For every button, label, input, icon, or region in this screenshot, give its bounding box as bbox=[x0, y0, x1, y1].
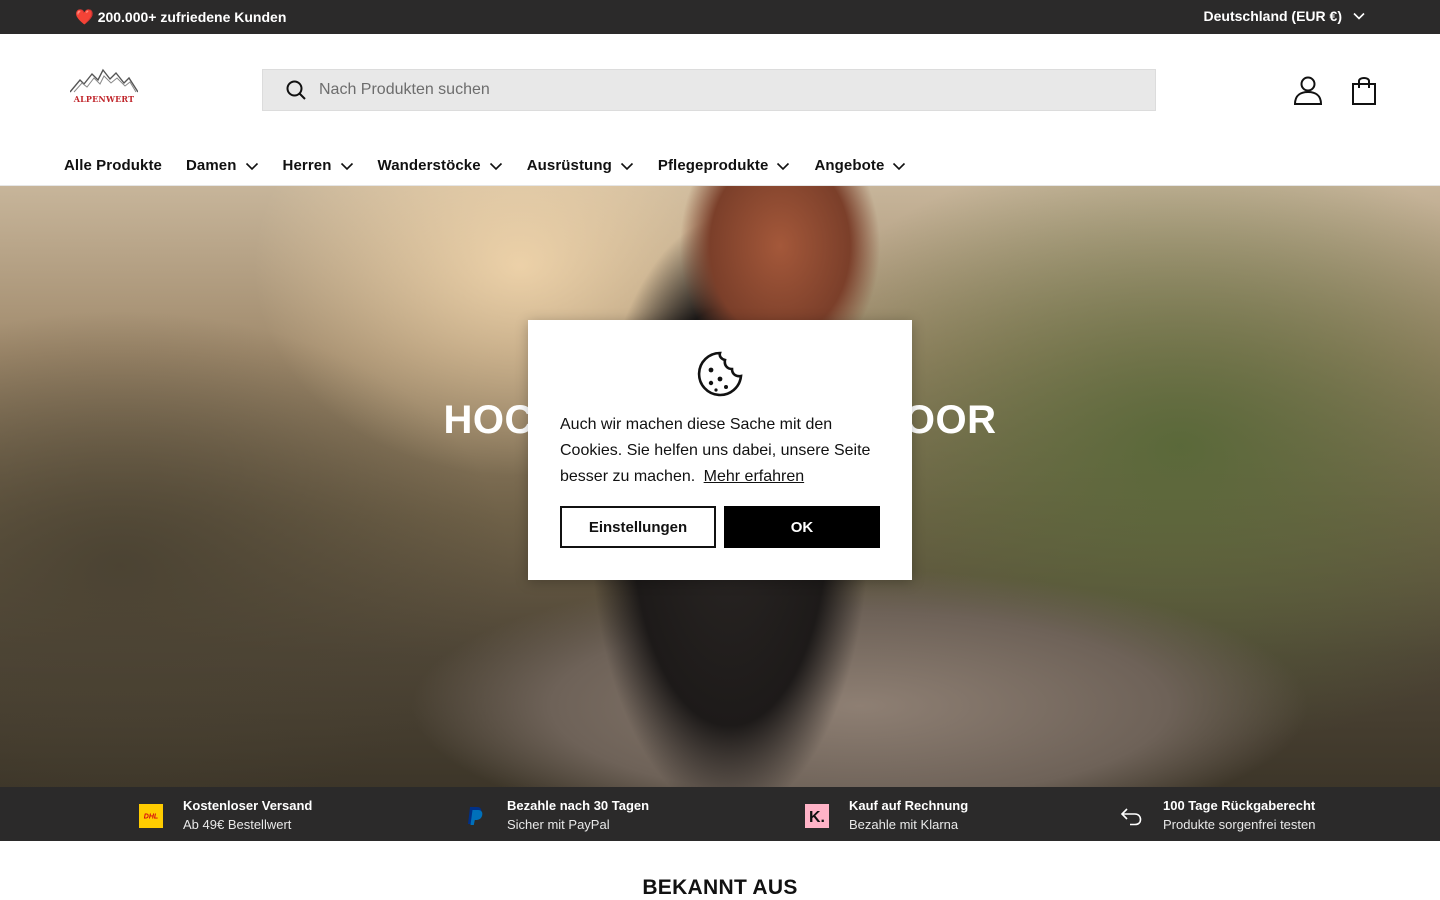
nav-label: Angebote bbox=[814, 157, 885, 174]
nav-label: Alle Produkte bbox=[64, 157, 162, 174]
chevron-down-icon bbox=[340, 162, 353, 170]
known-from-heading: BEKANNT AUS bbox=[642, 876, 798, 899]
trust-item-paypal: Bezahle nach 30 Tagen Sicher mit PayPal bbox=[463, 797, 649, 834]
trust-item-shipping: DHL Kostenloser Versand Ab 49€ Bestellwe… bbox=[139, 797, 312, 834]
trust-text: Kostenloser Versand Ab 49€ Bestellwert bbox=[183, 797, 312, 834]
announcement-text: 200.000+ zufriedene Kunden bbox=[97, 9, 287, 25]
hero-title-right: OOR bbox=[903, 398, 997, 442]
hero-title-left: HOC bbox=[443, 398, 534, 442]
trust-title: Kauf auf Rechnung bbox=[849, 798, 969, 813]
logo-text: ALPENWERT bbox=[73, 94, 135, 104]
search-icon[interactable] bbox=[285, 79, 307, 101]
nav-label: Herren bbox=[282, 157, 332, 174]
nav-item-pflegeprodukte[interactable]: Pflegeprodukte bbox=[658, 157, 791, 174]
chevron-down-icon bbox=[245, 162, 258, 170]
shopping-bag-icon[interactable] bbox=[1348, 74, 1380, 106]
nav-label: Ausrüstung bbox=[526, 157, 612, 174]
chevron-down-icon bbox=[893, 162, 906, 170]
trust-subtitle: Sicher mit PayPal bbox=[507, 817, 610, 832]
main-navigation: Alle Produkte Damen Herren Wanderstöcke … bbox=[64, 157, 930, 174]
trust-subtitle: Produkte sorgenfrei testen bbox=[1163, 817, 1316, 832]
search-bar[interactable] bbox=[262, 69, 1156, 111]
trust-title: Kostenloser Versand bbox=[183, 798, 313, 813]
dhl-icon: DHL bbox=[139, 803, 163, 828]
nav-item-herren[interactable]: Herren bbox=[283, 157, 354, 174]
nav-item-wanderstoecke[interactable]: Wanderstöcke bbox=[378, 157, 503, 174]
trust-text: Bezahle nach 30 Tagen Sicher mit PayPal bbox=[507, 797, 649, 834]
nav-label: Wanderstöcke bbox=[377, 157, 481, 174]
country-selector[interactable]: Deutschland (EUR €) bbox=[1204, 8, 1366, 24]
nav-item-damen[interactable]: Damen bbox=[186, 157, 259, 174]
heart-icon: ❤️ bbox=[75, 9, 94, 26]
trust-item-returns: 100 Tage Rückgaberecht Produkte sorgenfr… bbox=[1119, 797, 1315, 834]
trust-title: 100 Tage Rückgaberecht bbox=[1163, 798, 1316, 813]
svg-text:K.: K. bbox=[809, 809, 825, 826]
learn-more-link[interactable]: Mehr erfahren bbox=[704, 468, 805, 485]
nav-item-ausruestung[interactable]: Ausrüstung bbox=[527, 157, 634, 174]
mountain-logo-icon bbox=[69, 68, 139, 93]
nav-label: Damen bbox=[186, 157, 237, 174]
trust-bar: DHL Kostenloser Versand Ab 49€ Bestellwe… bbox=[0, 787, 1440, 841]
chevron-down-icon bbox=[1353, 12, 1365, 20]
cookie-ok-button[interactable]: OK bbox=[724, 506, 880, 548]
nav-label: Pflegeprodukte bbox=[657, 157, 769, 174]
cookie-icon bbox=[697, 351, 743, 397]
announcement-bar: ❤️ 200.000+ zufriedene Kunden Deutschlan… bbox=[0, 0, 1440, 34]
nav-item-alle-produkte[interactable]: Alle Produkte bbox=[64, 157, 162, 174]
trust-text: Kauf auf Rechnung Bezahle mit Klarna bbox=[849, 797, 968, 834]
chevron-down-icon bbox=[489, 162, 502, 170]
cookie-settings-button[interactable]: Einstellungen bbox=[560, 506, 716, 548]
trust-title: Bezahle nach 30 Tagen bbox=[507, 798, 650, 813]
trust-subtitle: Bezahle mit Klarna bbox=[849, 817, 959, 832]
chevron-down-icon bbox=[620, 162, 633, 170]
cookie-consent-dialog: Auch wir machen diese Sache mit den Cook… bbox=[528, 320, 912, 580]
cookie-message: Auch wir machen diese Sache mit den Cook… bbox=[560, 412, 882, 490]
logo[interactable]: ALPENWERT bbox=[69, 68, 139, 104]
trust-subtitle: Ab 49€ Bestellwert bbox=[183, 817, 292, 832]
paypal-icon bbox=[463, 804, 487, 828]
user-icon[interactable] bbox=[1292, 74, 1324, 106]
trust-item-klarna: K. Kauf auf Rechnung Bezahle mit Klarna bbox=[805, 797, 968, 834]
chevron-down-icon bbox=[777, 162, 790, 170]
announcement-message: ❤️ 200.000+ zufriedene Kunden bbox=[75, 8, 286, 26]
country-label: Deutschland (EUR €) bbox=[1203, 8, 1342, 24]
klarna-icon: K. bbox=[805, 803, 829, 828]
site-header: ALPENWERT Alle Produkte Damen Herren Wan… bbox=[0, 34, 1440, 186]
search-input[interactable] bbox=[319, 81, 1119, 99]
return-arrow-icon bbox=[1119, 804, 1143, 828]
nav-item-angebote[interactable]: Angebote bbox=[814, 157, 906, 174]
svg-text:DHL: DHL bbox=[144, 813, 158, 820]
trust-text: 100 Tage Rückgaberecht Produkte sorgenfr… bbox=[1163, 797, 1315, 834]
